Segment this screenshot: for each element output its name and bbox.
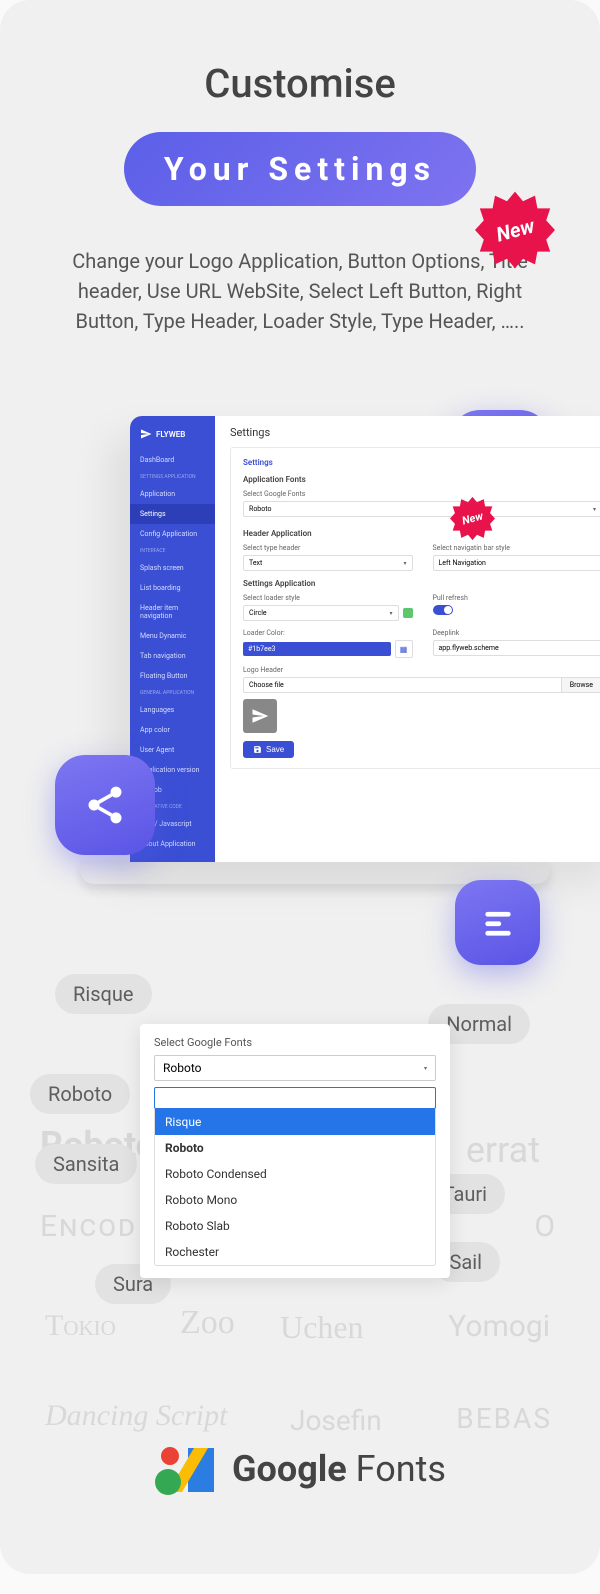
toggle-pull-refresh[interactable]: [433, 605, 453, 615]
google-fonts-text: Google Fonts: [232, 1448, 446, 1490]
select-loader-style[interactable]: Circle▾: [243, 605, 399, 621]
hero-subtitle-pill: Your Settings: [124, 132, 476, 206]
select-google-fonts[interactable]: Roboto▾: [243, 501, 600, 517]
font-option-list: RisqueRobotoRoboto CondensedRoboto MonoR…: [154, 1109, 436, 1266]
font-option[interactable]: Rochester: [155, 1239, 435, 1265]
bg-font: Uchen: [280, 1309, 364, 1346]
bg-font: Zoo: [180, 1304, 235, 1342]
label-nav-bar-style: Select navigatin bar style: [433, 544, 600, 552]
section-app-fonts: Application Fonts: [243, 475, 600, 484]
sidebar-item[interactable]: User Agent: [130, 740, 215, 760]
font-pill-risque[interactable]: Risque: [55, 974, 152, 1014]
sidebar-item[interactable]: Tab navigation: [130, 646, 215, 666]
file-input-logo[interactable]: Choose file: [243, 677, 562, 693]
share-icon-button[interactable]: [55, 755, 155, 855]
input-deeplink[interactable]: app.flyweb.scheme: [433, 640, 600, 656]
new-badge-small: New: [450, 496, 495, 541]
chevron-down-icon: ▾: [593, 506, 596, 513]
sidebar-item[interactable]: DashBoard: [130, 450, 215, 470]
bg-font: O: [534, 1209, 555, 1244]
label-loader-style: Select loader style: [243, 594, 413, 602]
sidebar-item[interactable]: Config Application: [130, 524, 215, 544]
select-type-header[interactable]: Text▾: [243, 555, 413, 571]
save-icon: [253, 745, 262, 754]
section-header-app: Header Application: [243, 529, 600, 538]
bg-font: Yomogi: [448, 1309, 550, 1344]
chevron-down-icon: ▾: [424, 1065, 427, 1072]
sidebar-item[interactable]: Menu Dynamic: [130, 626, 215, 646]
logo-preview: [243, 699, 277, 733]
list-icon-button[interactable]: [455, 880, 540, 965]
section-settings-app: Settings Application: [243, 579, 600, 588]
input-loader-color[interactable]: #1b7ee3: [243, 642, 391, 656]
sidebar-section: SETTINGS APPLICATION: [130, 470, 215, 484]
google-fonts-icon: [154, 1444, 214, 1494]
settings-screen-mockup: FLYWEB DashBoardSETTINGS APPLICATIONAppl…: [130, 416, 600, 862]
bg-font: errat: [466, 1129, 540, 1171]
sidebar-item[interactable]: Floating Button: [130, 666, 215, 686]
font-option[interactable]: Risque: [155, 1109, 435, 1135]
sidebar-item[interactable]: Languages: [130, 700, 215, 720]
font-pill-roboto[interactable]: Roboto: [30, 1074, 130, 1114]
font-select-label: Select Google Fonts: [154, 1036, 436, 1049]
save-button[interactable]: Save: [243, 741, 294, 758]
sidebar-item[interactable]: Settings: [130, 504, 215, 524]
font-search-input[interactable]: [154, 1087, 436, 1109]
settings-card: Settings Application Fonts Select Google…: [230, 447, 600, 769]
bg-font: Tokio: [45, 1309, 116, 1343]
font-pill-sansita[interactable]: Sansita: [35, 1144, 137, 1184]
page-title: Settings: [215, 416, 600, 447]
sidebar-item[interactable]: List boarding: [130, 578, 215, 598]
loader-preview-dot: [403, 608, 413, 618]
font-option[interactable]: Roboto Slab: [155, 1213, 435, 1239]
label-pull-refresh: Pull refresh: [433, 594, 600, 602]
bg-font: Dancing Script: [45, 1399, 227, 1433]
font-select-dropdown[interactable]: Roboto▾: [154, 1055, 436, 1081]
bg-font: Encod: [40, 1209, 137, 1244]
sidebar-brand: FLYWEB: [130, 424, 215, 450]
main-panel: Settings Settings Application Fonts Sele…: [215, 416, 600, 862]
share-icon: [83, 783, 127, 827]
hero-title: Customise: [40, 60, 560, 107]
label-deeplink: Deeplink: [433, 629, 600, 637]
label-google-fonts: Select Google Fonts: [243, 490, 600, 498]
card-heading: Settings: [243, 458, 600, 467]
paper-plane-icon: [251, 707, 269, 725]
sidebar-section: GENERAL APPLICATION: [130, 686, 215, 700]
label-logo-header: Logo Header: [243, 666, 600, 674]
browse-button[interactable]: Browse: [562, 677, 600, 693]
sidebar-item[interactable]: Application: [130, 484, 215, 504]
sidebar-item[interactable]: Splash screen: [130, 558, 215, 578]
font-option[interactable]: Roboto: [155, 1135, 435, 1161]
sidebar-item[interactable]: Header item navigation: [130, 598, 215, 626]
new-badge: New: [475, 190, 555, 270]
label-type-header: Select type header: [243, 544, 413, 552]
font-option[interactable]: Roboto Condensed: [155, 1161, 435, 1187]
font-option[interactable]: Roboto Mono: [155, 1187, 435, 1213]
sidebar-item[interactable]: App color: [130, 720, 215, 740]
font-showcase: Roboto errat Encod O Tokio Zoo Uchen Yom…: [0, 974, 600, 1454]
bg-font: BEBAS: [456, 1402, 552, 1435]
color-picker-button[interactable]: ▦: [395, 640, 413, 658]
select-nav-bar-style[interactable]: Left Navigation: [433, 555, 600, 571]
bg-font: Josefin: [290, 1404, 382, 1437]
paper-plane-icon: [140, 428, 152, 440]
font-select-panel: Select Google Fonts Roboto▾ RisqueRoboto…: [140, 1024, 450, 1278]
google-fonts-logo: Google Fonts: [0, 1444, 600, 1494]
list-icon: [479, 904, 517, 942]
sidebar-section: INTERFACE: [130, 544, 215, 558]
label-loader-color: Loader Color:: [243, 629, 413, 637]
